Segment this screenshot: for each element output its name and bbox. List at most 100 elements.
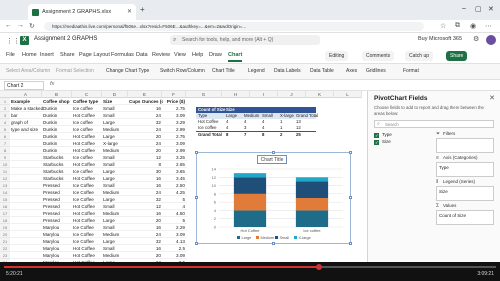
cell[interactable]: Small bbox=[103, 105, 129, 112]
legend-entry[interactable]: X-large bbox=[299, 236, 311, 240]
tab-home[interactable]: Home bbox=[22, 52, 37, 58]
cell[interactable]: Large bbox=[103, 168, 129, 175]
checkbox[interactable] bbox=[374, 132, 379, 139]
cell[interactable]: 32 bbox=[129, 119, 163, 126]
video-scrubber[interactable] bbox=[315, 264, 322, 270]
cell[interactable] bbox=[11, 154, 43, 161]
cell[interactable]: Dunkin bbox=[43, 119, 73, 126]
cell[interactable]: Marylou bbox=[43, 224, 73, 231]
bar-segment-x-large[interactable] bbox=[233, 173, 267, 178]
field-search-input[interactable]: ⌕ Search bbox=[374, 120, 494, 128]
cell[interactable]: 8 bbox=[129, 161, 163, 168]
cell[interactable]: Dunkin bbox=[43, 133, 73, 140]
cell[interactable]: 20 bbox=[129, 147, 163, 154]
cell[interactable]: 16 bbox=[129, 182, 163, 189]
cell[interactable]: 16 bbox=[129, 224, 163, 231]
cell[interactable] bbox=[11, 252, 43, 259]
cell[interactable]: Hot Coffee bbox=[73, 252, 103, 259]
cell[interactable]: 16 bbox=[129, 210, 163, 217]
cell[interactable]: 4.25 bbox=[163, 189, 187, 196]
cell[interactable]: 24 bbox=[129, 112, 163, 119]
cell[interactable]: Ice Coffee bbox=[73, 238, 103, 245]
cell[interactable]: 3.09 bbox=[163, 231, 187, 238]
cell[interactable]: Small bbox=[103, 224, 129, 231]
bar-segment-medium[interactable] bbox=[295, 198, 329, 211]
resize-handle[interactable] bbox=[349, 151, 352, 154]
refresh-icon[interactable]: ↻ bbox=[29, 22, 35, 30]
cell[interactable]: Large bbox=[103, 238, 129, 245]
row-number[interactable]: 9 bbox=[0, 154, 10, 161]
row-number[interactable]: 17 bbox=[0, 210, 10, 217]
data-labels-button[interactable]: Data Labels bbox=[274, 68, 301, 74]
back-icon[interactable]: ← bbox=[5, 22, 12, 29]
legend-entry[interactable]: Medium bbox=[261, 236, 275, 240]
menu-icon[interactable]: ⋯ bbox=[485, 22, 492, 30]
cell[interactable]: 2.75 bbox=[163, 133, 187, 140]
cell[interactable] bbox=[11, 182, 43, 189]
cell[interactable]: Starbucks bbox=[43, 168, 73, 175]
cell[interactable]: 24 bbox=[129, 231, 163, 238]
resize-handle[interactable] bbox=[195, 196, 198, 199]
column-header[interactable]: F bbox=[162, 91, 186, 98]
window-close-icon[interactable]: ✕ bbox=[488, 5, 494, 13]
field-size[interactable]: Size bbox=[374, 138, 432, 146]
profile-icon[interactable]: ◉ bbox=[470, 22, 476, 30]
gear-icon[interactable]: ⚙ bbox=[473, 35, 479, 43]
row-number[interactable]: 14 bbox=[0, 189, 10, 196]
tab-data[interactable]: Data bbox=[136, 52, 148, 58]
column-header[interactable]: J bbox=[278, 91, 306, 98]
cell[interactable] bbox=[11, 189, 43, 196]
column-header[interactable]: G bbox=[186, 91, 222, 98]
cell[interactable]: Dunkin bbox=[43, 105, 73, 112]
document-title[interactable]: Assignment 2 GRAPHS bbox=[34, 36, 97, 42]
row-number[interactable]: 7 bbox=[0, 140, 10, 147]
cell[interactable]: Ice coffee bbox=[73, 168, 103, 175]
resize-handle[interactable] bbox=[272, 151, 275, 154]
bar-segment-large[interactable] bbox=[233, 210, 267, 227]
forward-icon[interactable]: → bbox=[17, 22, 24, 29]
cell[interactable]: graph of bbox=[11, 119, 43, 126]
editing-button[interactable]: Editing bbox=[325, 51, 349, 61]
avatar[interactable] bbox=[486, 35, 496, 45]
row-number[interactable]: 3 bbox=[0, 112, 10, 119]
tab-share[interactable]: Share bbox=[60, 52, 75, 58]
cell[interactable]: 2.5 bbox=[163, 245, 187, 252]
cell[interactable]: Pressed bbox=[43, 203, 73, 210]
cell[interactable]: Medium bbox=[103, 252, 129, 259]
cell[interactable]: 16 bbox=[129, 245, 163, 252]
cell[interactable]: Marylou bbox=[43, 245, 73, 252]
cell[interactable] bbox=[11, 217, 43, 224]
cell[interactable]: Coffee type bbox=[73, 98, 103, 105]
cell[interactable] bbox=[11, 175, 43, 182]
column-header[interactable]: A bbox=[10, 91, 42, 98]
cell[interactable]: Ice Coffee bbox=[73, 196, 103, 203]
url-field[interactable]: https://mediaathis.live.com/personal/f50… bbox=[44, 22, 424, 31]
cell[interactable]: 2.99 bbox=[163, 126, 187, 133]
cell[interactable]: 3.09 bbox=[163, 252, 187, 259]
column-header[interactable]: B bbox=[42, 91, 72, 98]
bar-segment-medium[interactable] bbox=[233, 193, 267, 211]
checkbox[interactable] bbox=[374, 139, 379, 146]
cell[interactable]: Ice Coffee bbox=[73, 182, 103, 189]
resize-handle[interactable] bbox=[195, 151, 198, 154]
row-number[interactable]: 8 bbox=[0, 147, 10, 154]
cell[interactable]: 4.13 bbox=[163, 238, 187, 245]
column-header[interactable]: L bbox=[334, 91, 362, 98]
cell[interactable]: 20 bbox=[129, 252, 163, 259]
favorites-icon[interactable]: ☆ bbox=[440, 22, 446, 30]
cell[interactable]: Large bbox=[103, 196, 129, 203]
cell[interactable]: 3.09 bbox=[163, 112, 187, 119]
cell[interactable]: Medium bbox=[103, 231, 129, 238]
cell[interactable]: Dunkin bbox=[43, 126, 73, 133]
row-number[interactable]: 20 bbox=[0, 231, 10, 238]
cell[interactable]: Coffee shop bbox=[43, 98, 73, 105]
video-progress-track[interactable] bbox=[4, 264, 496, 270]
cell[interactable]: Dunkin bbox=[43, 147, 73, 154]
cell[interactable]: Make a stacked bbox=[11, 105, 43, 112]
cell[interactable]: Pressed bbox=[43, 189, 73, 196]
cell[interactable]: 30 bbox=[129, 168, 163, 175]
cell[interactable]: Ice Coffee bbox=[73, 224, 103, 231]
bar-segment-small[interactable] bbox=[295, 181, 329, 198]
new-tab-button[interactable]: + bbox=[140, 5, 145, 14]
cell[interactable]: Medium bbox=[103, 126, 129, 133]
